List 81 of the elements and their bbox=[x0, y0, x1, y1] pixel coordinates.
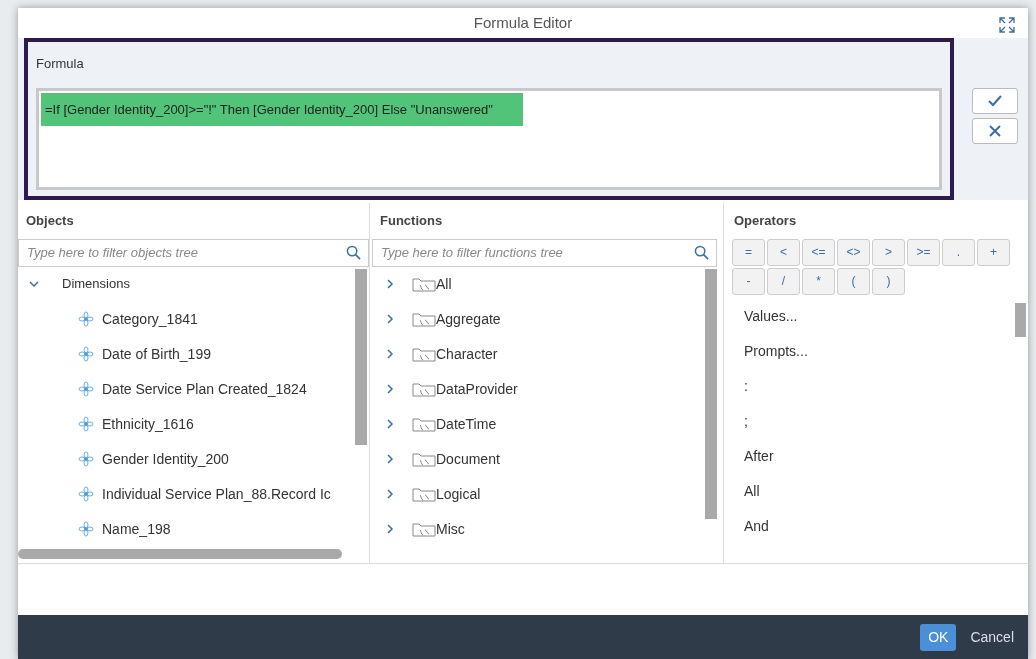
tree-node[interactable]: Dimensions bbox=[62, 274, 130, 294]
check-icon bbox=[987, 94, 1003, 108]
search-icon bbox=[694, 244, 709, 260]
dimension-icon bbox=[78, 521, 94, 537]
dimension-item[interactable]: Date Service Plan Created_1824 bbox=[102, 378, 307, 400]
expand-icon[interactable] bbox=[998, 16, 1016, 34]
panel-title: Objects bbox=[25, 212, 75, 230]
function-category[interactable]: Logical bbox=[436, 483, 481, 505]
chevron-down-icon[interactable] bbox=[28, 278, 40, 290]
operator-button[interactable]: >= bbox=[907, 238, 940, 266]
function-category[interactable]: All bbox=[436, 273, 452, 295]
function-folder-icon bbox=[412, 521, 436, 537]
dimension-item[interactable]: Category_1841 bbox=[102, 308, 198, 330]
search-icon bbox=[346, 244, 361, 260]
operator-button[interactable]: < bbox=[767, 238, 800, 266]
scrollbar[interactable] bbox=[355, 268, 367, 445]
objects-filter-field[interactable]: Type here to filter objects tree bbox=[18, 238, 369, 267]
functions-filter-field[interactable]: Type here to filter functions tree bbox=[372, 238, 717, 267]
close-icon bbox=[989, 125, 1001, 137]
function-folder-icon bbox=[412, 416, 436, 432]
operator-item[interactable]: Values... bbox=[744, 305, 798, 327]
operator-item[interactable]: ; bbox=[744, 410, 748, 432]
function-folder-icon bbox=[412, 276, 436, 292]
cancel-button[interactable]: Cancel bbox=[966, 623, 1018, 651]
operator-button[interactable]: ( bbox=[837, 267, 870, 295]
function-folder-icon bbox=[412, 311, 436, 327]
dimension-item[interactable]: Ethnicity_1616 bbox=[102, 413, 194, 435]
formula-text: =If [Gender Identity_200]>="!" Then [Gender Identity_200] Else "Unanswered" bbox=[41, 92, 523, 126]
scrollbar[interactable] bbox=[705, 268, 717, 519]
function-category[interactable]: Misc bbox=[436, 518, 465, 540]
formula-field[interactable]: =If [Gender Identity_200]>="!" Then [Gender Identity_200] Else "Unanswered" bbox=[36, 87, 942, 190]
operator-button[interactable]: * bbox=[802, 267, 835, 295]
chevron-right-icon[interactable] bbox=[384, 418, 396, 430]
scrollbar[interactable] bbox=[18, 549, 342, 559]
dimension-icon bbox=[78, 416, 94, 432]
function-category[interactable]: Aggregate bbox=[436, 308, 501, 330]
dimension-item[interactable]: Gender Identity_200 bbox=[102, 448, 229, 470]
operator-item[interactable]: : bbox=[744, 375, 748, 397]
function-folder-icon bbox=[412, 346, 436, 362]
dimension-icon bbox=[78, 451, 94, 467]
panel-title: Operators bbox=[733, 212, 798, 230]
operator-button[interactable]: <> bbox=[837, 238, 870, 266]
operator-button[interactable]: + bbox=[977, 238, 1010, 266]
confirm-button[interactable] bbox=[972, 88, 1018, 114]
operator-button[interactable]: <= bbox=[802, 238, 835, 266]
discard-button[interactable] bbox=[972, 118, 1018, 144]
operator-button[interactable]: > bbox=[872, 238, 905, 266]
dimension-item[interactable]: Date of Birth_199 bbox=[102, 343, 211, 365]
panel-title: Functions bbox=[379, 212, 444, 230]
operator-button[interactable]: = bbox=[732, 238, 765, 266]
function-category[interactable]: Character bbox=[436, 343, 498, 365]
operator-item[interactable]: After bbox=[744, 445, 774, 467]
dimension-icon bbox=[78, 346, 94, 362]
operator-button[interactable]: - bbox=[732, 267, 765, 295]
dimension-icon bbox=[78, 311, 94, 327]
dimension-icon bbox=[78, 486, 94, 502]
scrollbar[interactable] bbox=[1015, 303, 1026, 337]
operator-item[interactable]: All bbox=[744, 480, 760, 502]
formula-label: Formula bbox=[36, 55, 85, 73]
operator-item[interactable]: Prompts... bbox=[744, 340, 808, 362]
dimension-item[interactable]: Name_198 bbox=[102, 518, 171, 540]
chevron-right-icon[interactable] bbox=[384, 383, 396, 395]
dimension-icon bbox=[78, 381, 94, 397]
chevron-right-icon[interactable] bbox=[384, 488, 396, 500]
chevron-right-icon[interactable] bbox=[384, 278, 396, 290]
chevron-right-icon[interactable] bbox=[384, 453, 396, 465]
function-category[interactable]: DataProvider bbox=[436, 378, 518, 400]
function-folder-icon bbox=[412, 381, 436, 397]
function-category[interactable]: Document bbox=[436, 448, 500, 470]
operator-button[interactable]: / bbox=[767, 267, 800, 295]
function-category[interactable]: DateTime bbox=[436, 413, 497, 435]
chevron-right-icon[interactable] bbox=[384, 348, 396, 360]
dimension-item[interactable]: Individual Service Plan_88.Record Ic bbox=[102, 483, 331, 505]
dialog-title: Formula Editor bbox=[473, 12, 573, 33]
chevron-right-icon[interactable] bbox=[384, 313, 396, 325]
operator-button[interactable]: . bbox=[942, 238, 975, 266]
chevron-right-icon[interactable] bbox=[384, 523, 396, 535]
function-folder-icon bbox=[412, 451, 436, 467]
function-folder-icon bbox=[412, 486, 436, 502]
operator-button[interactable]: ) bbox=[872, 267, 905, 295]
operator-item[interactable]: And bbox=[744, 515, 769, 537]
